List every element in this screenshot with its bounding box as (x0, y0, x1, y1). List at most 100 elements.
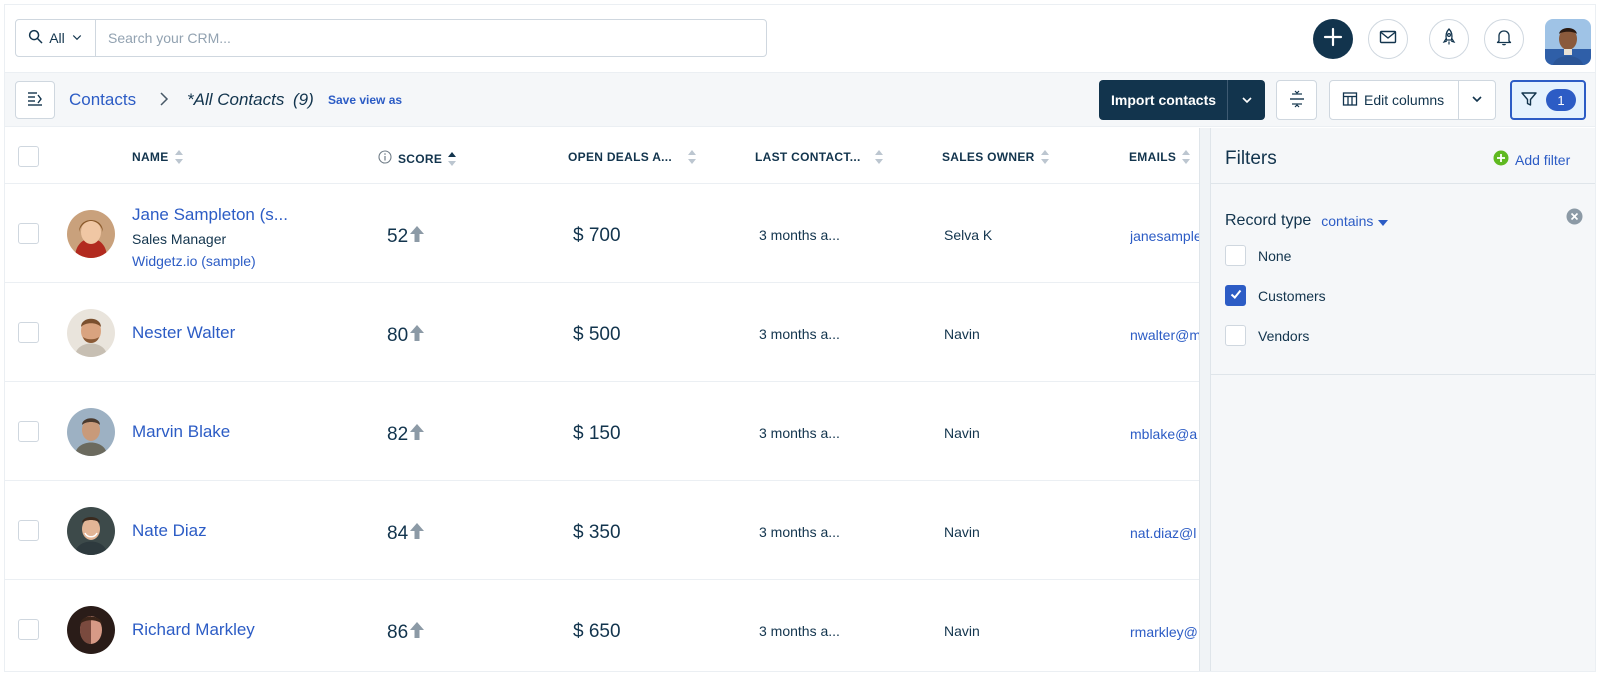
sales-owner: Navin (944, 623, 980, 639)
score-value: 84 (387, 523, 409, 544)
current-view-title: *All Contacts (187, 90, 285, 109)
table-row[interactable]: Marvin Blake 82 $ 150 3 months a... Navi… (5, 383, 1211, 481)
column-header-sales-owner[interactable]: SALES OWNER (942, 150, 1049, 164)
row-checkbox[interactable] (18, 520, 39, 541)
divider (1211, 183, 1595, 184)
sort-ascending-icon (448, 151, 457, 166)
option-label: Vendors (1258, 327, 1310, 344)
filters-toggle-button[interactable]: 1 (1510, 80, 1586, 120)
edit-columns-dropdown[interactable] (1458, 80, 1496, 120)
panel-resize-handle[interactable] (1199, 128, 1211, 671)
open-deals-amount: $ 500 (573, 324, 621, 345)
row-checkbox[interactable] (18, 223, 39, 244)
sort-icon (874, 150, 883, 164)
notifications-button[interactable] (1484, 19, 1524, 59)
contact-company-link[interactable]: Widgetz.io (sample) (132, 253, 256, 269)
row-checkbox[interactable] (18, 619, 39, 640)
contact-name-link[interactable]: Jane Sampleton (s... (132, 205, 288, 225)
checkmark-icon (1229, 287, 1243, 304)
score-value: 52 (387, 226, 409, 247)
table-row[interactable]: Nester Walter 80 $ 500 3 months a... Nav… (5, 284, 1211, 382)
last-contacted: 3 months a... (759, 524, 840, 540)
contact-avatar (67, 408, 115, 456)
score-cell: 84 (387, 521, 426, 547)
mail-icon (1378, 27, 1398, 52)
info-icon (378, 150, 392, 167)
open-deals-amount: $ 350 (573, 522, 621, 543)
column-header-last-contacted[interactable]: LAST CONTACT... (755, 150, 883, 164)
table-row[interactable]: Nate Diaz 84 $ 350 3 months a... Navin n… (5, 482, 1211, 580)
score-cell: 80 (387, 323, 426, 349)
global-search: All (15, 19, 767, 57)
filter-option-vendors[interactable]: Vendors (1225, 325, 1309, 346)
filter-field-label: Record type (1225, 212, 1312, 229)
filter-option-none[interactable]: None (1225, 245, 1291, 266)
filter-icon (1520, 90, 1538, 111)
chevron-right-icon (157, 91, 171, 112)
arrow-up-icon (408, 224, 426, 250)
search-icon (28, 29, 43, 47)
last-contacted: 3 months a... (759, 326, 840, 342)
column-header-name[interactable]: NAME (132, 150, 183, 164)
email-button[interactable] (1368, 19, 1408, 59)
filter-operator-dropdown[interactable]: contains (1321, 213, 1389, 229)
filter-option-customers[interactable]: Customers (1225, 285, 1326, 306)
divider (1211, 374, 1595, 375)
sales-owner: Navin (944, 524, 980, 540)
column-header-score[interactable]: SCORE (378, 150, 457, 167)
last-contacted: 3 months a... (759, 425, 840, 441)
search-input[interactable] (96, 20, 766, 56)
arrow-up-icon (408, 521, 426, 547)
row-checkbox[interactable] (18, 421, 39, 442)
column-header-emails[interactable]: EMAILS (1129, 150, 1191, 164)
option-checkbox[interactable] (1225, 245, 1246, 266)
toggle-sidebar-button[interactable] (15, 81, 55, 119)
search-scope-dropdown[interactable]: All (16, 20, 96, 56)
import-contacts-button[interactable]: Import contacts (1099, 80, 1265, 120)
contact-avatar (67, 309, 115, 357)
column-header-open-deals[interactable]: OPEN DEALS A... (568, 150, 697, 164)
row-density-button[interactable] (1276, 80, 1317, 120)
option-checkbox[interactable] (1225, 285, 1246, 306)
score-value: 86 (387, 622, 409, 643)
arrow-up-icon (408, 620, 426, 646)
import-options-dropdown[interactable] (1227, 80, 1265, 120)
column-label: OPEN DEALS A... (568, 150, 673, 164)
last-contacted: 3 months a... (759, 227, 840, 243)
list-toolbar: Contacts *All Contacts (9) Save view as … (5, 73, 1595, 127)
option-label: None (1258, 247, 1292, 264)
column-label: EMAILS (1129, 150, 1177, 164)
option-checkbox[interactable] (1225, 325, 1246, 346)
contact-name-link[interactable]: Nate Diaz (132, 521, 207, 541)
table-row[interactable]: Richard Markley 86 $ 650 3 months a... N… (5, 581, 1211, 671)
contact-avatar (67, 606, 115, 654)
columns-icon (1342, 91, 1358, 110)
getting-started-button[interactable] (1429, 19, 1469, 59)
breadcrumb-contacts[interactable]: Contacts (69, 90, 136, 110)
chevron-down-icon (71, 30, 83, 46)
filter-operator-label: contains (1321, 213, 1374, 229)
edit-columns-button[interactable]: Edit columns (1329, 80, 1459, 120)
user-avatar[interactable] (1545, 19, 1591, 65)
edit-columns-label: Edit columns (1364, 92, 1445, 108)
score-value: 80 (387, 325, 409, 346)
save-view-link[interactable]: Save view as (328, 93, 402, 107)
select-all-checkbox[interactable] (18, 146, 39, 167)
contact-name-link[interactable]: Marvin Blake (132, 422, 230, 442)
add-filter-button[interactable]: Add filter (1493, 150, 1570, 169)
row-checkbox[interactable] (18, 322, 39, 343)
close-circle-icon (1566, 208, 1583, 229)
quick-add-button[interactable] (1313, 19, 1353, 59)
remove-filter-button[interactable] (1566, 208, 1583, 230)
arrow-up-icon (408, 422, 426, 448)
sort-icon (1040, 150, 1049, 164)
contact-name-link[interactable]: Richard Markley (132, 620, 255, 640)
plus-icon (1322, 26, 1344, 53)
crm-window: All Search your CRM... Contacts *All Con… (4, 4, 1596, 672)
add-filter-label: Add filter (1515, 151, 1571, 168)
bell-icon (1494, 27, 1514, 52)
table-row[interactable]: Jane Sampleton (s... Sales Manager Widge… (5, 185, 1211, 283)
arrow-up-icon (408, 323, 426, 349)
contact-name-link[interactable]: Nester Walter (132, 323, 235, 343)
column-label: SCORE (398, 151, 443, 166)
